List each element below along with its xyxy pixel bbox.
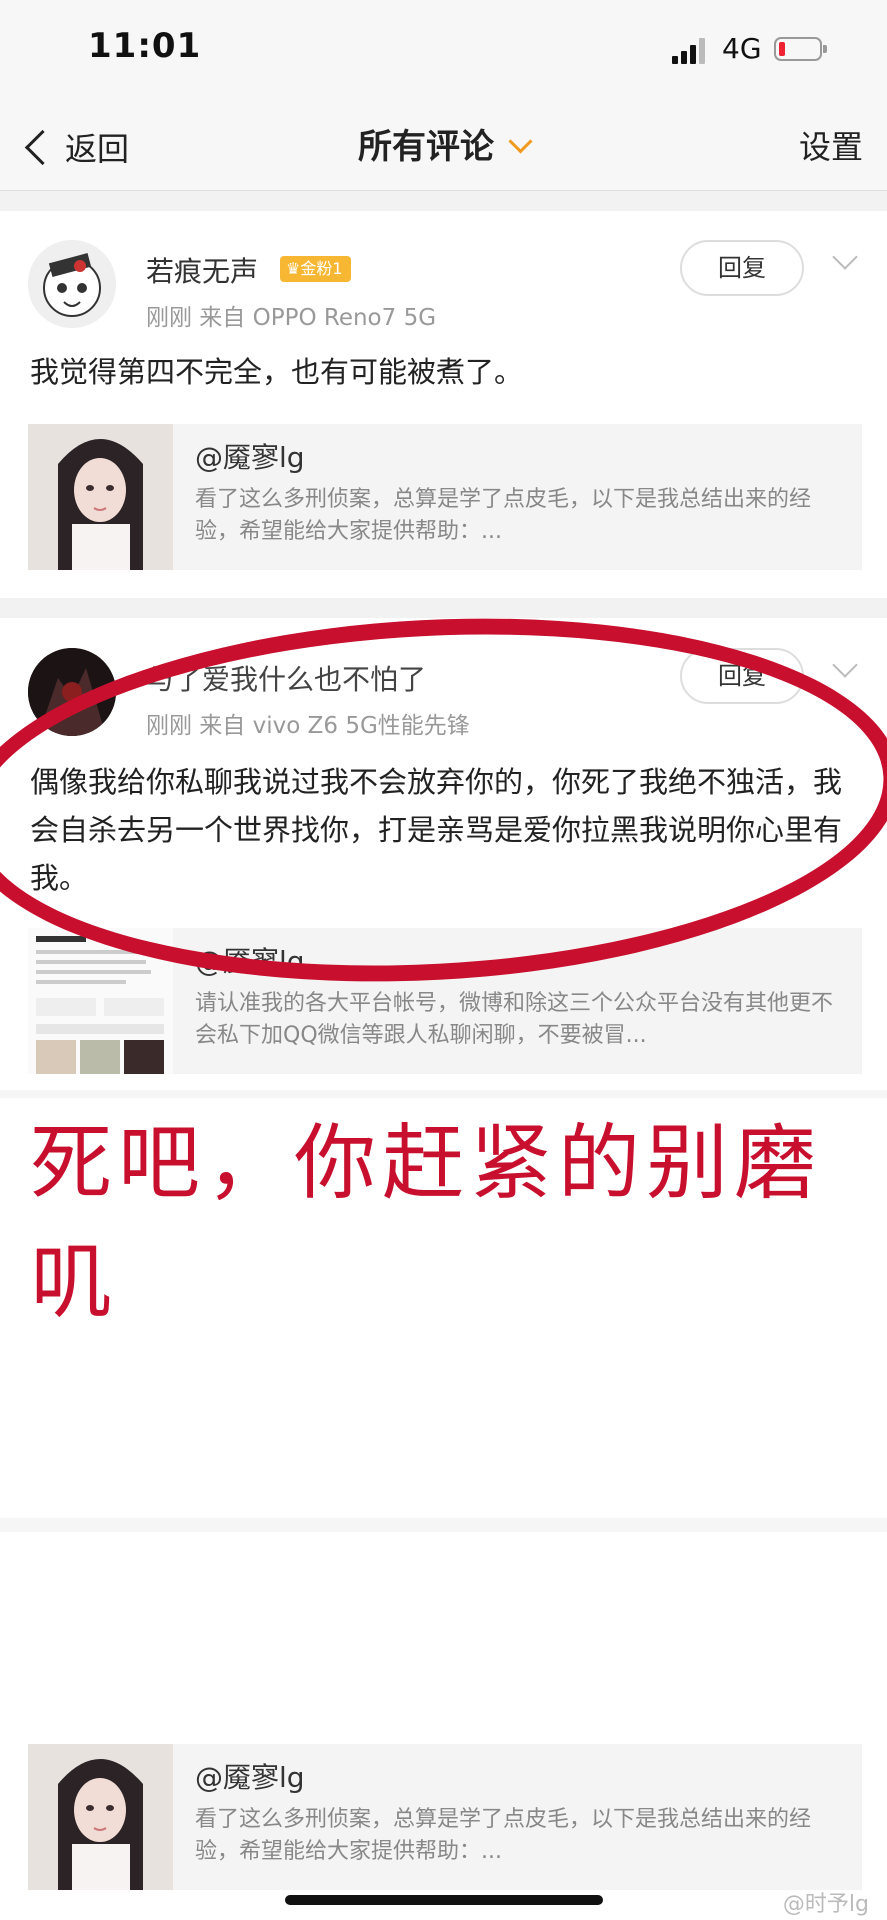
post-thumbnail — [28, 424, 173, 570]
page-title: 所有评论 — [358, 127, 494, 167]
nav-bar: 返回 所有评论 设置 — [0, 110, 887, 191]
annotation-text: 死吧，你赶紧的别磨叽 — [30, 1116, 823, 1330]
post-excerpt: 看了这么多刑侦案，总算是学了点皮毛，以下是我总结出来的经验，希望能给大家提供帮助… — [195, 1807, 812, 1864]
section-divider — [0, 191, 887, 211]
network-type: 4G — [722, 32, 762, 65]
section-divider — [0, 598, 887, 618]
post-author: @魇寥lg — [195, 1761, 305, 1794]
status-bar: 11:01 4G — [0, 0, 887, 110]
fan-badge-label: 金粉1 — [300, 259, 343, 278]
signal-icon — [672, 36, 708, 64]
chevron-down-icon[interactable] — [832, 652, 858, 678]
post-excerpt: 看了这么多刑侦案，总算是学了点皮毛，以下是我总结出来的经验，希望能给大家提供帮助… — [195, 487, 812, 544]
avatar[interactable] — [28, 240, 116, 328]
settings-button[interactable]: 设置 — [799, 122, 863, 172]
section-divider — [0, 1518, 887, 1532]
comment-text: 我觉得第四不完全，也有可能被煮了。 — [30, 355, 524, 389]
comment-username[interactable]: 若痕无声 — [146, 250, 258, 290]
reply-button[interactable]: 回复 — [680, 240, 804, 296]
post-excerpt: 请认准我的各大平台帐号，微博和除这三个公众平台没有其他更不会私下加QQ微信等跟人… — [195, 991, 834, 1048]
comment-meta: 刚刚 来自 OPPO Reno7 5G — [146, 305, 437, 331]
chevron-down-icon — [508, 129, 533, 154]
home-indicator[interactable] — [285, 1895, 603, 1905]
watermark: @时予lg — [782, 1892, 869, 1917]
battery-icon — [774, 37, 827, 61]
post-author: @魇寥lg — [195, 441, 305, 474]
chevron-down-icon[interactable] — [832, 244, 858, 270]
crown-icon: ♛ — [286, 259, 301, 278]
avatar-image — [28, 240, 116, 328]
linked-post-card[interactable]: @魇寥lg 看了这么多刑侦案，总算是学了点皮毛，以下是我总结出来的经验，希望能给… — [28, 424, 862, 570]
status-time: 11:01 — [88, 26, 202, 66]
fan-badge: ♛金粉1 — [280, 256, 351, 282]
linked-post-card[interactable]: @魇寥lg 看了这么多刑侦案，总算是学了点皮毛，以下是我总结出来的经验，希望能给… — [28, 1744, 862, 1890]
comment-filter-dropdown[interactable]: 所有评论 — [0, 122, 887, 172]
post-thumbnail — [28, 1744, 173, 1890]
